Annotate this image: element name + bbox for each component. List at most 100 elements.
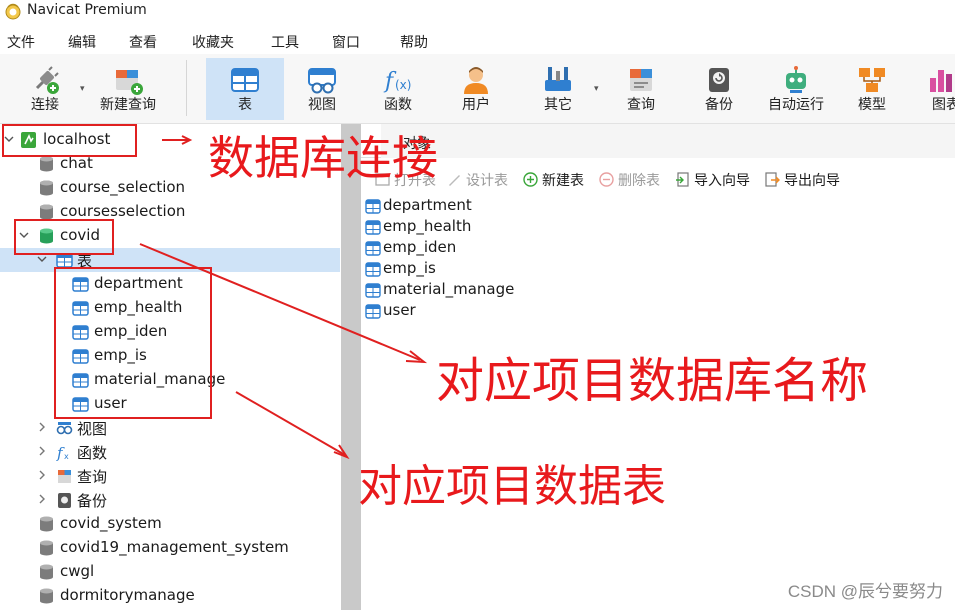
- tree-backups-node-label: 备份: [77, 492, 108, 510]
- chart-icon: [930, 70, 952, 92]
- import-icon: [676, 172, 689, 187]
- object-table-item[interactable]: department: [365, 196, 665, 217]
- tree-views-node[interactable]: 视图: [0, 416, 340, 440]
- new-query-button[interactable]: 新建查询: [92, 58, 164, 120]
- tree-database-label: dormitorymanage: [60, 586, 195, 604]
- query-icon: [58, 470, 71, 483]
- function-button[interactable]: f (x) 函数: [362, 58, 434, 120]
- backup-icon: [58, 493, 71, 508]
- chevron-right-icon[interactable]: [36, 493, 48, 505]
- new-table-label: 新建表: [542, 173, 584, 189]
- object-table-label: emp_iden: [383, 238, 457, 256]
- menu-tools[interactable]: 工具: [271, 32, 299, 52]
- connect-label: 连接: [31, 97, 59, 113]
- design-table-icon: [449, 175, 460, 186]
- database-icon: [40, 588, 53, 604]
- chevron-right-icon[interactable]: [36, 469, 48, 481]
- design-table-label: 设计表: [466, 173, 508, 189]
- connect-dropdown-caret-icon[interactable]: ▾: [80, 84, 85, 94]
- watermark: CSDN @辰兮要努力: [787, 582, 943, 601]
- menu-favorites[interactable]: 收藏夹: [192, 32, 234, 52]
- export-wizard-button[interactable]: 导出向导: [765, 170, 840, 190]
- object-table-label: material_manage: [383, 280, 515, 298]
- tree-functions-node-label: 函数: [77, 444, 108, 462]
- tools-icon: [545, 67, 571, 91]
- tree-database-cwgl[interactable]: cwgl: [0, 560, 340, 584]
- menu-window[interactable]: 窗口: [332, 32, 360, 52]
- tree-backups-node[interactable]: 备份: [0, 488, 340, 512]
- object-table-item[interactable]: user: [365, 301, 665, 322]
- database-icon: [40, 540, 53, 556]
- table-icon: [365, 199, 381, 214]
- annotation-box-tables: [54, 267, 212, 419]
- tree-queries-node[interactable]: 查询: [0, 464, 340, 488]
- menu-file[interactable]: 文件: [7, 32, 35, 52]
- chevron-right-icon[interactable]: [36, 445, 48, 457]
- database-icon: [40, 156, 53, 172]
- function-icon: fx: [56, 444, 69, 461]
- object-table-label: user: [383, 301, 416, 319]
- design-table-button[interactable]: 设计表: [447, 170, 508, 190]
- user-icon: [464, 67, 488, 94]
- plus-circle-icon: [523, 172, 538, 187]
- chart-button[interactable]: 图表: [914, 58, 955, 120]
- backup-button[interactable]: 备份: [684, 58, 754, 120]
- navicat-logo-icon: [5, 3, 21, 20]
- view-label: 视图: [308, 97, 336, 113]
- table-icon: [365, 262, 381, 277]
- object-table-label: department: [383, 196, 472, 214]
- app-title: Navicat Premium: [27, 2, 147, 18]
- menu-edit[interactable]: 编辑: [68, 32, 96, 52]
- chevron-right-icon[interactable]: [36, 421, 48, 433]
- annotation-box-connection: [2, 124, 137, 157]
- tree-database-covid-system[interactable]: covid_system: [0, 512, 340, 536]
- import-wizard-button[interactable]: 导入向导: [675, 170, 750, 190]
- object-table-item[interactable]: material_manage: [365, 280, 665, 301]
- new-table-button[interactable]: 新建表: [523, 170, 584, 190]
- robot-icon: [786, 66, 806, 93]
- table-icon: [365, 241, 381, 256]
- tree-views-node-label: 视图: [77, 420, 108, 438]
- other-button[interactable]: 其它: [522, 58, 594, 120]
- new-query-label: 新建查询: [100, 97, 156, 113]
- view-button[interactable]: 视图: [286, 58, 358, 120]
- function-icon: f (x): [383, 69, 411, 94]
- backup-icon: [709, 68, 729, 92]
- tree-database-dormitorymanage[interactable]: dormitorymanage: [0, 584, 340, 608]
- autorun-label: 自动运行: [768, 97, 824, 113]
- delete-table-button[interactable]: 删除表: [599, 170, 660, 190]
- objects-tab[interactable]: 对象: [381, 124, 955, 158]
- autorun-button[interactable]: 自动运行: [760, 58, 832, 120]
- objects-tab-bar: 对象: [361, 124, 955, 158]
- object-table-item[interactable]: emp_iden: [365, 238, 665, 259]
- table-icon: [365, 304, 381, 319]
- tree-functions-node[interactable]: fx 函数: [0, 440, 340, 464]
- title-bar: Navicat Premium: [0, 0, 955, 24]
- svg-text:(x): (x): [395, 78, 411, 92]
- tree-queries-node-label: 查询: [77, 468, 108, 486]
- annotation-project-tables: 对应项目数据表: [358, 461, 666, 512]
- panel-splitter[interactable]: [341, 124, 361, 610]
- object-table-item[interactable]: emp_is: [365, 259, 665, 280]
- model-button[interactable]: 模型: [838, 58, 906, 120]
- connect-button[interactable]: 连接: [10, 58, 80, 120]
- tree-database-label: covid_system: [60, 514, 162, 532]
- query-button[interactable]: 查询: [606, 58, 676, 120]
- menu-help[interactable]: 帮助: [400, 32, 428, 52]
- table-icon: [231, 68, 259, 92]
- menu-view[interactable]: 查看: [129, 32, 157, 52]
- other-label: 其它: [544, 97, 572, 113]
- tree-database-label: coursesselection: [60, 202, 186, 220]
- objects-toolbar: 打开表 设计表 新建表 删除表 导入向导 导出向导: [361, 164, 955, 194]
- tree-database-covid19-management-system[interactable]: covid19_management_system: [0, 536, 340, 560]
- view-icon: [56, 422, 73, 435]
- table-button[interactable]: 表: [206, 58, 284, 120]
- chart-label: 图表: [932, 97, 955, 113]
- other-dropdown-caret-icon[interactable]: ▾: [594, 84, 599, 94]
- svg-text:x: x: [64, 452, 69, 461]
- user-label: 用户: [462, 97, 490, 113]
- object-table-item[interactable]: emp_health: [365, 217, 665, 238]
- database-icon: [40, 564, 53, 580]
- database-icon: [40, 180, 53, 196]
- user-button[interactable]: 用户: [440, 58, 512, 120]
